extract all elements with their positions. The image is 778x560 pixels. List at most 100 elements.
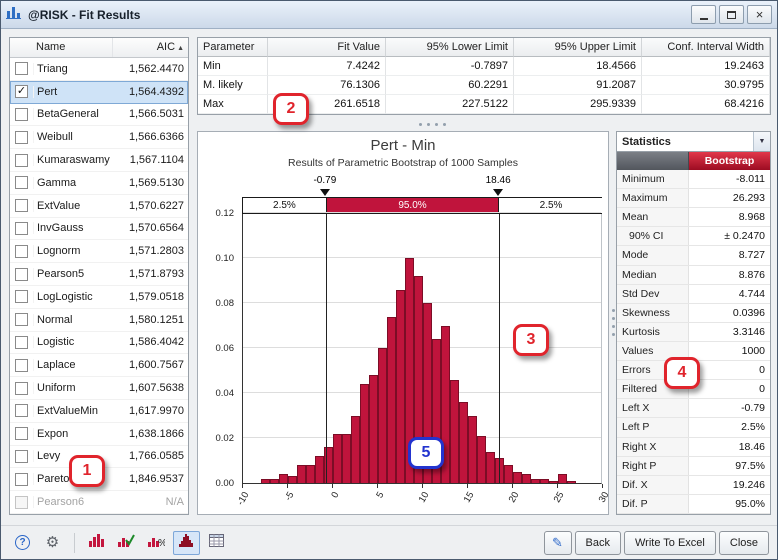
fit-checkbox[interactable]: ✓ <box>15 85 28 98</box>
stat-value: 0.0396 <box>689 304 770 322</box>
right-delimiter-handle[interactable] <box>493 189 503 196</box>
fit-checkbox[interactable] <box>15 199 28 212</box>
fit-list-row[interactable]: Triang1,562.4470 <box>10 58 188 81</box>
fit-checkbox[interactable] <box>15 359 28 372</box>
stat-value: 1000 <box>689 342 770 360</box>
histogram-bar <box>288 476 297 483</box>
fit-list-row[interactable]: LogLogistic1,579.0518 <box>10 286 188 309</box>
fit-list-row[interactable]: Expon1,638.1866 <box>10 423 188 446</box>
fit-list-row[interactable]: Kumaraswamy1,567.1104 <box>10 149 188 172</box>
fit-name: Logistic <box>33 336 112 348</box>
fit-ranking-button[interactable] <box>113 531 140 555</box>
stat-label: Skewness <box>617 304 689 322</box>
stat-label: Left X <box>617 399 689 417</box>
stat-row: Minimum-8.011 <box>617 170 770 189</box>
fit-checkbox[interactable] <box>15 313 28 326</box>
statistics-dropdown[interactable]: Statistics ▼ <box>617 132 770 152</box>
fit-name: Kumaraswamy <box>33 154 112 166</box>
param-column-header[interactable]: 95% Lower Limit <box>386 38 514 57</box>
param-column-header[interactable]: 95% Upper Limit <box>514 38 642 57</box>
fit-list-row[interactable]: Normal1,580.1251 <box>10 309 188 332</box>
fit-aic-value: 1,571.8793 <box>112 268 188 280</box>
close-button[interactable]: Close <box>719 531 769 555</box>
data-grid-button[interactable] <box>203 531 230 555</box>
fit-list-row[interactable]: Pearson6N/A <box>10 491 188 514</box>
fit-checkbox[interactable] <box>15 496 28 509</box>
fit-name: LogLogistic <box>33 291 112 303</box>
bottom-toolbar: ? ⚙ % ✎ Back Write To Excel Close <box>1 525 777 559</box>
fit-checkbox[interactable] <box>15 404 28 417</box>
fit-checkbox[interactable] <box>15 62 28 75</box>
fit-name: Weibull <box>33 131 112 143</box>
fit-list-row[interactable]: Laplace1,600.7567 <box>10 354 188 377</box>
fit-list-row[interactable]: ExtValue1,570.6227 <box>10 195 188 218</box>
y-tick-label: 0.12 <box>200 208 234 219</box>
stat-value: 2.5% <box>689 418 770 436</box>
fit-aic-value: 1,580.1251 <box>112 314 188 326</box>
fit-checkbox[interactable] <box>15 245 28 258</box>
statistics-dropdown-label: Statistics <box>622 136 671 148</box>
fit-checkbox[interactable] <box>15 268 28 281</box>
close-window-button[interactable]: × <box>747 5 772 24</box>
fit-checkbox[interactable] <box>15 108 28 121</box>
fit-list-row[interactable]: Logistic1,586.4042 <box>10 332 188 355</box>
fit-list-row[interactable]: Pearson51,571.8793 <box>10 263 188 286</box>
x-tick <box>467 484 468 488</box>
fit-list-row[interactable]: InvGauss1,570.6564 <box>10 218 188 241</box>
fit-list-row[interactable]: Weibull1,566.6366 <box>10 126 188 149</box>
fit-list-row[interactable]: Uniform1,607.5638 <box>10 377 188 400</box>
fit-checkbox[interactable] <box>15 131 28 144</box>
fit-list-header-name[interactable]: Name <box>34 38 112 57</box>
fit-list-row[interactable]: ExtValueMin1,617.9970 <box>10 400 188 423</box>
settings-button[interactable]: ⚙ <box>39 531 66 555</box>
stat-label: Median <box>617 266 689 284</box>
y-tick-label: 0.04 <box>200 388 234 399</box>
fit-name: BetaGeneral <box>33 108 112 120</box>
bootstrap-chart-button[interactable] <box>173 531 200 555</box>
fit-percentiles-button[interactable]: % <box>143 531 170 555</box>
stat-row: Dif. P95.0% <box>617 495 770 514</box>
x-tick <box>377 484 378 488</box>
fit-comparison-button[interactable] <box>83 531 110 555</box>
left-delimiter-handle[interactable] <box>320 189 330 196</box>
fit-checkbox[interactable] <box>15 427 28 440</box>
titlebar[interactable]: @RISK - Fit Results × <box>1 1 777 29</box>
fit-list-row[interactable]: Lognorm1,571.2803 <box>10 240 188 263</box>
x-tick-label: 0 <box>317 490 342 521</box>
fit-percent-icon: % <box>148 533 165 552</box>
fit-checkbox[interactable] <box>15 176 28 189</box>
minimize-button[interactable] <box>691 5 716 24</box>
write-to-excel-button[interactable]: Write To Excel <box>624 531 716 555</box>
fit-aic-value: 1,607.5638 <box>112 382 188 394</box>
histogram-bar <box>513 472 522 483</box>
maximize-button[interactable] <box>719 5 744 24</box>
toolbar-separator <box>74 533 75 553</box>
edit-chart-button[interactable]: ✎ <box>544 531 572 555</box>
stat-row: Left P2.5% <box>617 418 770 437</box>
help-button[interactable]: ? <box>9 531 36 555</box>
param-column-header[interactable]: Fit Value <box>268 38 386 57</box>
fit-checkbox[interactable] <box>15 336 28 349</box>
x-tick <box>557 484 558 488</box>
fit-list-row[interactable]: Gamma1,569.5130 <box>10 172 188 195</box>
back-button[interactable]: Back <box>575 531 621 555</box>
fit-list-header-aic[interactable]: AIC▲ <box>112 38 188 57</box>
fit-checkbox[interactable] <box>15 450 28 463</box>
fit-list-header: Name AIC▲ <box>10 38 188 58</box>
fit-list-row[interactable]: ✓Pert1,564.4392 <box>10 81 188 104</box>
fit-checkbox[interactable] <box>15 473 28 486</box>
fit-checkbox[interactable] <box>15 222 28 235</box>
chevron-down-icon[interactable]: ▼ <box>753 132 770 151</box>
param-value: -0.7897 <box>386 57 514 76</box>
fit-checkbox[interactable] <box>15 382 28 395</box>
param-column-header[interactable]: Conf. Interval Width <box>642 38 770 57</box>
stat-label: Std Dev <box>617 285 689 303</box>
histogram-bar <box>342 434 351 484</box>
horizontal-splitter[interactable] <box>409 120 455 128</box>
fit-name: ExtValueMin <box>33 405 112 417</box>
fit-checkbox[interactable] <box>15 290 28 303</box>
x-tick <box>287 484 288 488</box>
param-column-header[interactable]: Parameter <box>198 38 268 57</box>
fit-checkbox[interactable] <box>15 154 28 167</box>
fit-list-row[interactable]: BetaGeneral1,566.5031 <box>10 104 188 127</box>
